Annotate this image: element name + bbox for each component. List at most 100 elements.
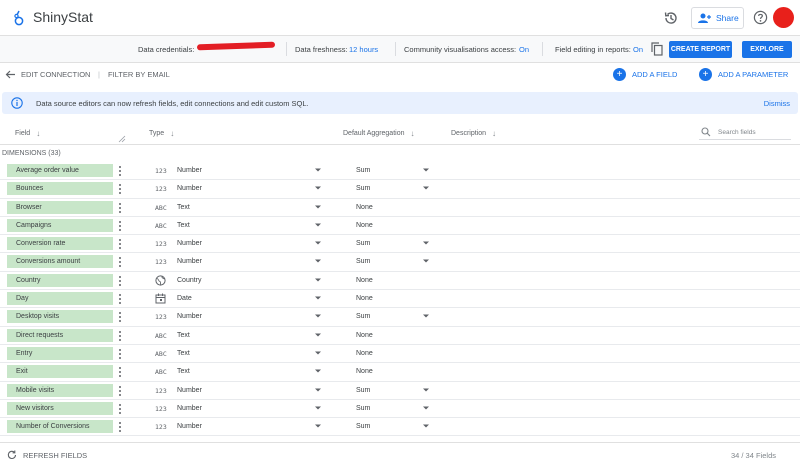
aggregation-select[interactable]: Sum [356,240,370,247]
dropdown-caret-icon[interactable] [315,368,321,374]
field-type-select[interactable]: Number [177,387,202,394]
copy-icon[interactable] [651,42,663,56]
dropdown-caret-icon[interactable] [423,258,429,264]
dismiss-button[interactable]: Dismiss [764,99,790,108]
avatar[interactable] [773,7,794,28]
field-type-select[interactable]: Text [177,204,190,211]
aggregation-select[interactable]: Sum [356,313,370,320]
aggregation-select[interactable]: Sum [356,185,370,192]
field-type-select[interactable]: Number [177,240,202,247]
column-header-field[interactable]: Field ↓ [15,129,40,138]
dropdown-caret-icon[interactable] [315,405,321,411]
search-fields[interactable] [699,125,791,140]
field-type-select[interactable]: Text [177,350,190,357]
more-options-icon[interactable] [117,403,123,415]
dropdown-caret-icon[interactable] [315,313,321,319]
aggregation-select[interactable]: Sum [356,258,370,265]
edit-connection-button[interactable]: EDIT CONNECTION [21,70,90,79]
field-name-chip[interactable]: New visitors [7,401,113,415]
dropdown-caret-icon[interactable] [423,313,429,319]
dropdown-caret-icon[interactable] [315,295,321,301]
filter-by-email-button[interactable]: FILTER BY EMAIL [108,70,170,79]
field-type-select[interactable]: Number [177,167,202,174]
add-parameter-button[interactable]: + ADD A PARAMETER [699,68,788,81]
more-options-icon[interactable] [117,275,123,287]
freshness-value[interactable]: 12 hours [349,45,378,54]
dropdown-caret-icon[interactable] [315,167,321,173]
dropdown-caret-icon[interactable] [315,204,321,210]
field-name-chip[interactable]: Average order value [7,164,113,177]
field-type-select[interactable]: Text [177,332,190,339]
more-options-icon[interactable] [117,311,123,323]
dropdown-caret-icon[interactable] [423,405,429,411]
field-name-chip[interactable]: Desktop visits [7,310,113,324]
field-name-chip[interactable]: Conversion rate [7,237,113,251]
more-options-icon[interactable] [117,421,123,433]
field-type-select[interactable]: Number [177,258,202,265]
field-name-chip[interactable]: Conversions amount [7,255,113,269]
dropdown-caret-icon[interactable] [315,222,321,228]
aggregation-select[interactable]: Sum [356,167,370,174]
field-type-select[interactable]: Number [177,313,202,320]
aggregation-select[interactable]: Sum [356,423,370,430]
dropdown-caret-icon[interactable] [315,387,321,393]
more-options-icon[interactable] [117,348,123,360]
share-button[interactable]: Share [691,7,744,29]
dropdown-caret-icon[interactable] [315,240,321,246]
column-header-aggregation[interactable]: Default Aggregation ↓ [343,129,415,138]
column-header-type[interactable]: Type ↓ [149,129,174,138]
more-options-icon[interactable] [117,165,123,177]
more-options-icon[interactable] [117,330,123,342]
more-options-icon[interactable] [117,202,123,214]
field-type-select[interactable]: Date [177,295,192,302]
field-name-chip[interactable]: Mobile visits [7,383,113,397]
field-name-chip[interactable]: Country [7,273,113,287]
refresh-fields-button[interactable]: REFRESH FIELDS [23,451,87,460]
dropdown-caret-icon[interactable] [315,332,321,338]
create-report-button[interactable]: CREATE REPORT [669,41,732,58]
community-access-value[interactable]: On [519,45,529,54]
add-field-button[interactable]: + ADD A FIELD [613,68,677,81]
dropdown-caret-icon[interactable] [315,423,321,429]
field-name-chip[interactable]: Entry [7,346,113,360]
field-name-chip[interactable]: Direct requests [7,328,113,342]
field-name-chip[interactable]: Bounces [7,182,113,196]
redacted-credentials[interactable] [196,41,276,51]
field-editing-value[interactable]: On [633,45,643,54]
aggregation-select[interactable]: Sum [356,387,370,394]
dropdown-caret-icon[interactable] [423,423,429,429]
field-type-select[interactable]: Country [177,277,202,284]
field-name-chip[interactable]: Exit [7,365,113,379]
field-type-select[interactable]: Number [177,423,202,430]
dropdown-caret-icon[interactable] [423,240,429,246]
field-type-select[interactable]: Text [177,222,190,229]
field-name-chip[interactable]: Browser [7,200,113,214]
back-arrow-icon[interactable] [5,69,16,80]
more-options-icon[interactable] [117,220,123,232]
dropdown-caret-icon[interactable] [423,167,429,173]
resize-handle-icon[interactable] [118,135,126,143]
more-options-icon[interactable] [117,238,123,250]
more-options-icon[interactable] [117,385,123,397]
version-history-icon[interactable] [663,10,679,26]
dropdown-caret-icon[interactable] [423,387,429,393]
dropdown-caret-icon[interactable] [315,277,321,283]
aggregation-select[interactable]: Sum [356,405,370,412]
field-name-chip[interactable]: Day [7,292,113,306]
field-type-select[interactable]: Text [177,368,190,375]
more-options-icon[interactable] [117,366,123,378]
dropdown-caret-icon[interactable] [423,185,429,191]
field-type-select[interactable]: Number [177,405,202,412]
more-options-icon[interactable] [117,256,123,268]
more-options-icon[interactable] [117,183,123,195]
dropdown-caret-icon[interactable] [315,258,321,264]
column-header-description[interactable]: Description ↓ [451,129,496,138]
explore-button[interactable]: EXPLORE [742,41,792,58]
search-fields-input[interactable] [718,128,788,136]
help-icon[interactable] [753,10,768,25]
field-type-select[interactable]: Number [177,185,202,192]
dropdown-caret-icon[interactable] [315,350,321,356]
field-name-chip[interactable]: Number of Conversions [7,420,113,434]
more-options-icon[interactable] [117,293,123,305]
dropdown-caret-icon[interactable] [315,185,321,191]
